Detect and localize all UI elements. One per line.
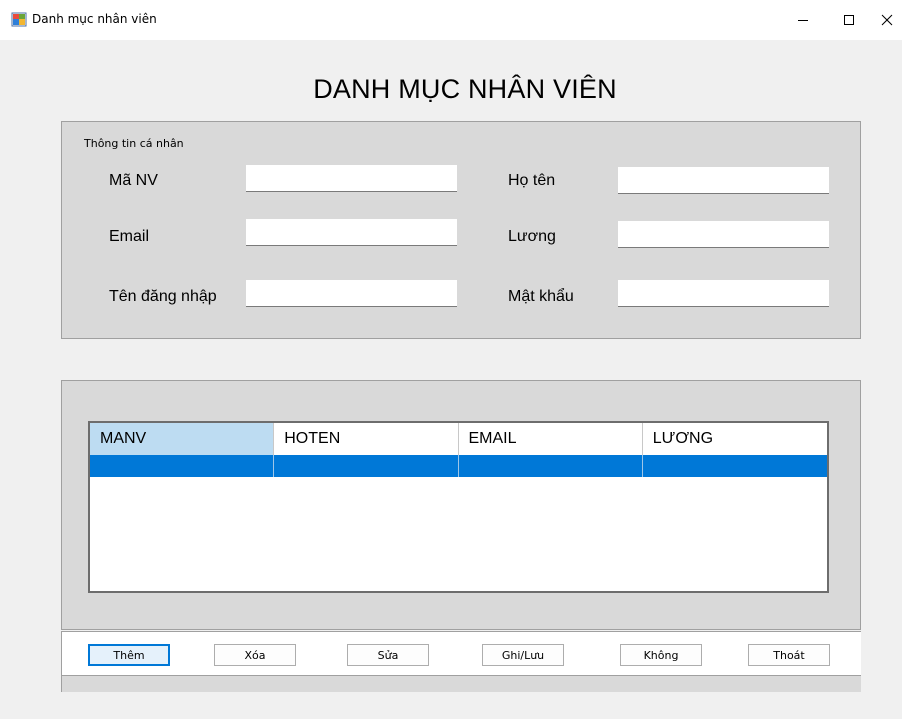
employee-id-label: Mã NV xyxy=(109,172,158,189)
table-row[interactable] xyxy=(90,455,827,477)
email-label: Email xyxy=(109,228,150,245)
employee-id-input[interactable] xyxy=(246,165,457,192)
full-name-input[interactable] xyxy=(618,167,829,194)
title-bar[interactable]: Danh mục nhân viên xyxy=(0,0,902,40)
app-window: Danh mục nhân viên DANH MỤC NHÂN VIÊN Th… xyxy=(0,0,902,719)
bottom-panel xyxy=(61,676,861,692)
group-caption: Thông tin cá nhân xyxy=(84,137,184,150)
grid-cell-hoten[interactable] xyxy=(274,455,459,477)
salary-input[interactable] xyxy=(618,221,829,248)
cancel-button[interactable]: Không xyxy=(620,644,702,666)
minimize-icon xyxy=(797,14,809,26)
save-button[interactable]: Ghi/Lưu xyxy=(482,644,564,666)
page-title: DANH MỤC NHÂN VIÊN xyxy=(313,74,617,104)
winforms-app-icon xyxy=(11,12,27,28)
edit-button[interactable]: Sửa xyxy=(347,644,429,666)
email-input[interactable] xyxy=(246,219,457,246)
delete-button[interactable]: Xóa xyxy=(214,644,296,666)
column-header-manv[interactable]: MANV xyxy=(90,423,275,455)
employee-grid[interactable]: MANV HOTEN EMAIL LƯƠNG xyxy=(88,421,829,593)
add-button[interactable]: Thêm xyxy=(88,644,170,666)
username-input[interactable] xyxy=(246,280,457,307)
grid-cell-email[interactable] xyxy=(459,455,643,477)
minimize-button[interactable] xyxy=(780,0,826,40)
column-header-luong[interactable]: LƯƠNG xyxy=(643,423,827,455)
full-name-label: Họ tên xyxy=(508,172,556,189)
salary-label: Lương xyxy=(508,228,556,245)
username-label: Tên đăng nhập xyxy=(109,288,217,305)
exit-button[interactable]: Thoát xyxy=(748,644,830,666)
button-bar: Thêm Xóa Sửa Ghi/Lưu Không Thoát xyxy=(61,631,861,676)
grid-cell-luong[interactable] xyxy=(643,455,827,477)
password-label: Mật khẩu xyxy=(508,288,574,305)
maximize-icon xyxy=(843,14,855,26)
close-button[interactable] xyxy=(864,0,902,40)
grid-header: MANV HOTEN EMAIL LƯƠNG xyxy=(90,423,827,455)
window-title: Danh mục nhân viên xyxy=(32,12,157,26)
column-header-email[interactable]: EMAIL xyxy=(459,423,643,455)
password-input[interactable] xyxy=(618,280,829,307)
column-header-hoten[interactable]: HOTEN xyxy=(274,423,459,455)
close-icon xyxy=(881,14,893,26)
grid-cell-manv[interactable] xyxy=(90,455,275,477)
personal-info-group: Thông tin cá nhân Mã NV Họ tên Email Lươ… xyxy=(61,121,861,339)
employee-list-group: MANV HOTEN EMAIL LƯƠNG xyxy=(61,380,861,630)
